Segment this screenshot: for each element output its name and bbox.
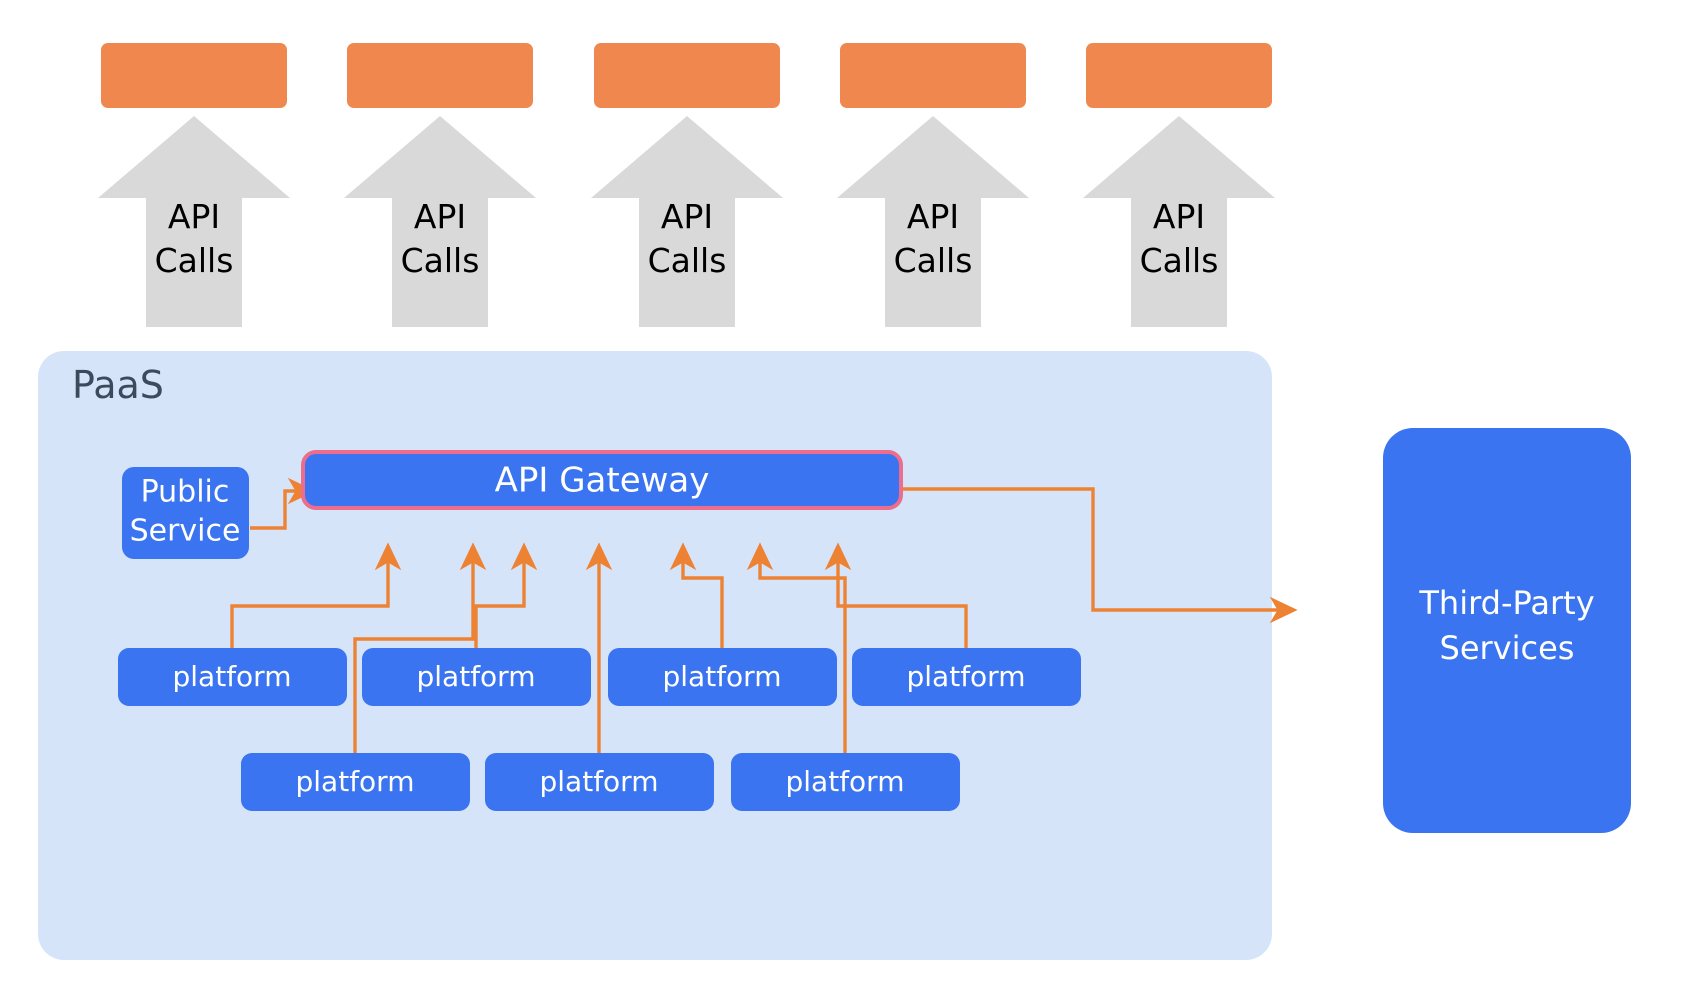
consumer-boxes	[101, 43, 1272, 108]
platform-label-b3: platform	[786, 765, 905, 798]
consumer-box-2[interactable]	[347, 43, 533, 108]
api-calls-label-3-line2: Calls	[648, 241, 727, 280]
platform-node-t1[interactable]: platform	[118, 648, 347, 706]
platform-label-t4: platform	[907, 660, 1026, 693]
third-party-services-label-line2: Services	[1440, 629, 1575, 667]
platform-node-b1[interactable]: platform	[241, 753, 470, 811]
platform-label-t3: platform	[663, 660, 782, 693]
api-calls-label-5-line1: API	[1153, 197, 1205, 236]
platform-node-t4[interactable]: platform	[852, 648, 1081, 706]
public-service-label-line1: Public	[141, 475, 230, 510]
platform-node-t2[interactable]: platform	[362, 648, 591, 706]
api-calls-label-2-line1: API	[414, 197, 466, 236]
api-gateway-label: API Gateway	[495, 461, 710, 501]
third-party-services-label-line1: Third-Party	[1418, 584, 1594, 622]
diagram-canvas: API Calls API Calls API Calls API Calls …	[0, 0, 1684, 1006]
platform-label-b1: platform	[296, 765, 415, 798]
public-service-node[interactable]: Public Service	[122, 467, 249, 559]
platform-label-b2: platform	[540, 765, 659, 798]
api-calls-label-1-line2: Calls	[155, 241, 234, 280]
api-calls-label-5-line2: Calls	[1140, 241, 1219, 280]
consumer-box-3[interactable]	[594, 43, 780, 108]
platform-label-t2: platform	[417, 660, 536, 693]
platform-node-b2[interactable]: platform	[485, 753, 714, 811]
platform-row-bottom: platform platform platform	[241, 753, 960, 811]
api-calls-label-1-line1: API	[168, 197, 220, 236]
api-calls-label-4-line1: API	[907, 197, 959, 236]
public-service-label-line2: Service	[130, 514, 241, 549]
api-gateway-node[interactable]: API Gateway	[301, 450, 903, 510]
consumer-box-4[interactable]	[840, 43, 1026, 108]
paas-title: PaaS	[72, 363, 164, 407]
platform-node-b3[interactable]: platform	[731, 753, 960, 811]
platform-label-t1: platform	[173, 660, 292, 693]
api-calls-label-4-line2: Calls	[894, 241, 973, 280]
platform-node-t3[interactable]: platform	[608, 648, 837, 706]
consumer-box-1[interactable]	[101, 43, 287, 108]
api-calls-label-3-line1: API	[661, 197, 713, 236]
consumer-box-5[interactable]	[1086, 43, 1272, 108]
api-calls-label-2-line2: Calls	[401, 241, 480, 280]
third-party-services-node[interactable]: Third-Party Services	[1383, 428, 1631, 833]
